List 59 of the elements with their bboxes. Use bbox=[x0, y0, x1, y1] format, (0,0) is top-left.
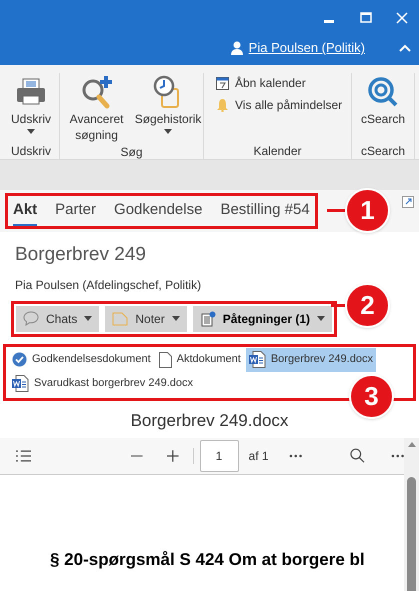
caret-icon bbox=[172, 316, 180, 321]
search-icon[interactable] bbox=[350, 448, 364, 463]
word-document-icon bbox=[12, 375, 29, 392]
leader-line bbox=[327, 209, 345, 212]
page-field[interactable]: 1 bbox=[200, 440, 239, 472]
ribbon-button[interactable]: cSearch bbox=[360, 73, 406, 142]
ribbon-button[interactable]: Vis alle påmindelser bbox=[216, 96, 351, 114]
tab[interactable]: Bestilling #54 bbox=[220, 196, 310, 226]
document-tab[interactable]: Borgerbrev 249.docx bbox=[246, 348, 376, 372]
more-icon[interactable] bbox=[288, 454, 302, 458]
search-icon bbox=[367, 76, 399, 108]
tab[interactable]: Godkendelse bbox=[114, 196, 202, 226]
callout-number: 2 bbox=[345, 283, 390, 328]
user-link[interactable]: Pia Poulsen (Politik) bbox=[248, 38, 365, 58]
bell-icon bbox=[216, 98, 229, 112]
ribbon-button[interactable]: Avanceret søgning bbox=[60, 73, 133, 143]
check-circle-icon bbox=[12, 352, 27, 367]
speech-bubble-icon bbox=[23, 311, 39, 326]
callout-number: 3 bbox=[349, 374, 394, 419]
group-label: Søg bbox=[119, 144, 144, 160]
case-title: Borgerbrev 249 bbox=[14, 243, 147, 267]
close-icon[interactable] bbox=[395, 11, 409, 25]
document-icon bbox=[158, 352, 172, 368]
more-icon[interactable] bbox=[390, 454, 404, 458]
case-subtitle: Pia Poulsen (Afdelingschef, Politik) bbox=[14, 276, 202, 294]
page-count: af 1 bbox=[248, 448, 269, 464]
notebook-icon bbox=[200, 310, 216, 326]
dropdown-button[interactable]: Noter bbox=[105, 306, 187, 332]
list-icon[interactable] bbox=[16, 450, 32, 462]
scrollbar[interactable] bbox=[404, 438, 419, 591]
maximize-icon[interactable] bbox=[359, 11, 373, 25]
caret-icon bbox=[317, 316, 326, 321]
popout-icon[interactable] bbox=[402, 196, 414, 208]
group-label: Kalender bbox=[252, 143, 303, 159]
document-tab[interactable]: Aktdokument bbox=[156, 348, 244, 372]
note-icon bbox=[112, 312, 128, 326]
search-plus-icon bbox=[80, 75, 114, 109]
group-label: Udskriv bbox=[10, 143, 52, 159]
document-tab[interactable]: Godkendelsesdokument bbox=[9, 348, 154, 372]
document-heading: § 20-spørgsmål S 424 Om at borgere bl bbox=[50, 548, 366, 571]
plus-icon[interactable] bbox=[166, 450, 179, 462]
word-document-icon bbox=[248, 351, 266, 368]
chevron-up-icon[interactable] bbox=[399, 44, 411, 52]
printer-icon bbox=[16, 78, 46, 106]
dropdown-button[interactable]: Påtegninger (1) bbox=[192, 306, 332, 332]
caret-icon bbox=[84, 316, 92, 321]
scroll-thumb[interactable] bbox=[407, 476, 416, 591]
ribbon-button[interactable]: Søgehistorik bbox=[134, 73, 202, 143]
scroll-up-icon[interactable] bbox=[408, 442, 416, 446]
calendar-icon bbox=[216, 76, 229, 90]
ribbon-button[interactable]: Åbn kalender bbox=[216, 74, 351, 92]
ribbon-button[interactable]: Udskriv bbox=[10, 73, 52, 142]
tab[interactable]: Parter bbox=[55, 196, 96, 226]
viewer-title: Borgerbrev 249.docx bbox=[130, 410, 290, 432]
document-tab[interactable]: Svarudkast borgerbrev 249.docx bbox=[9, 372, 196, 396]
tab[interactable]: Akt bbox=[13, 196, 38, 226]
group-label: cSearch bbox=[360, 143, 406, 159]
dropdown-button[interactable]: Chats bbox=[16, 306, 100, 332]
person-icon bbox=[230, 41, 243, 55]
